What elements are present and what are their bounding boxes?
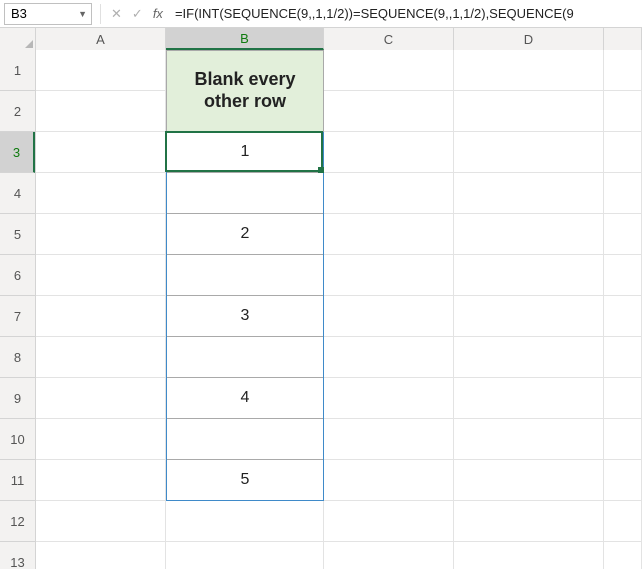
- cell[interactable]: [454, 501, 604, 542]
- cell[interactable]: [454, 419, 604, 460]
- cell[interactable]: [36, 542, 166, 569]
- cell[interactable]: [36, 378, 166, 419]
- formula-text: =IF(INT(SEQUENCE(9,,1,1/2))=SEQUENCE(9,,…: [175, 6, 574, 21]
- cell[interactable]: [36, 50, 166, 91]
- cell[interactable]: [454, 337, 604, 378]
- cell[interactable]: [604, 255, 642, 296]
- cell[interactable]: [324, 91, 454, 132]
- cell[interactable]: [454, 460, 604, 501]
- cell[interactable]: [604, 214, 642, 255]
- cell[interactable]: [454, 214, 604, 255]
- row-header[interactable]: 2: [0, 91, 35, 132]
- cell[interactable]: [604, 460, 642, 501]
- select-all-corner[interactable]: [0, 28, 36, 50]
- cell[interactable]: [604, 378, 642, 419]
- row-header[interactable]: 11: [0, 460, 35, 501]
- cell[interactable]: [324, 460, 454, 501]
- cell[interactable]: [454, 91, 604, 132]
- cell[interactable]: [604, 296, 642, 337]
- table-data-cell[interactable]: 1: [166, 132, 324, 173]
- cell[interactable]: [324, 337, 454, 378]
- cell[interactable]: [454, 296, 604, 337]
- cell[interactable]: [166, 542, 324, 569]
- cell[interactable]: [454, 378, 604, 419]
- cell[interactable]: [36, 255, 166, 296]
- cell[interactable]: [454, 542, 604, 569]
- row-header[interactable]: 8: [0, 337, 35, 378]
- cell[interactable]: [36, 132, 166, 173]
- table-data-cell[interactable]: [166, 173, 324, 214]
- cell[interactable]: [166, 501, 324, 542]
- cells-area[interactable]: Blank every other row1 2 3 4 5: [36, 50, 642, 569]
- cell[interactable]: [604, 50, 642, 91]
- cell[interactable]: [324, 419, 454, 460]
- row-header[interactable]: 10: [0, 419, 35, 460]
- row-header[interactable]: 3: [0, 132, 35, 173]
- formula-buttons: ✕ ✓ fx: [105, 6, 169, 22]
- table-data-cell[interactable]: [166, 255, 324, 296]
- cell[interactable]: [604, 337, 642, 378]
- row-header[interactable]: 5: [0, 214, 35, 255]
- formula-input[interactable]: =IF(INT(SEQUENCE(9,,1,1/2))=SEQUENCE(9,,…: [169, 3, 642, 25]
- row-header[interactable]: 1: [0, 50, 35, 91]
- row-header[interactable]: 4: [0, 173, 35, 214]
- cell[interactable]: [36, 173, 166, 214]
- cell[interactable]: [324, 378, 454, 419]
- cell[interactable]: [36, 419, 166, 460]
- cell[interactable]: [454, 50, 604, 91]
- cell[interactable]: [604, 132, 642, 173]
- row-headers: 12345678910111213: [0, 50, 36, 569]
- table-data-cell[interactable]: [166, 419, 324, 460]
- cell[interactable]: [324, 50, 454, 91]
- name-box[interactable]: B3 ▼: [4, 3, 92, 25]
- formula-bar: B3 ▼ ✕ ✓ fx =IF(INT(SEQUENCE(9,,1,1/2))=…: [0, 0, 642, 28]
- column-header[interactable]: B: [166, 28, 324, 50]
- name-box-value: B3: [11, 6, 27, 21]
- grid[interactable]: ABCD 12345678910111213 Blank every other…: [0, 28, 642, 569]
- cell[interactable]: [604, 173, 642, 214]
- dropdown-icon[interactable]: ▼: [78, 9, 87, 19]
- cell[interactable]: [36, 296, 166, 337]
- column-header[interactable]: [604, 28, 642, 50]
- row-header[interactable]: 7: [0, 296, 35, 337]
- table-data-cell[interactable]: 3: [166, 296, 324, 337]
- cancel-icon[interactable]: ✕: [111, 6, 122, 22]
- cell[interactable]: [324, 132, 454, 173]
- column-header[interactable]: C: [324, 28, 454, 50]
- cell[interactable]: [324, 255, 454, 296]
- cell[interactable]: [604, 419, 642, 460]
- cell[interactable]: [36, 501, 166, 542]
- cell[interactable]: [36, 460, 166, 501]
- row-header[interactable]: 12: [0, 501, 35, 542]
- column-header[interactable]: D: [454, 28, 604, 50]
- row-header[interactable]: 9: [0, 378, 35, 419]
- table-data-cell[interactable]: 2: [166, 214, 324, 255]
- cell[interactable]: [324, 214, 454, 255]
- enter-icon[interactable]: ✓: [132, 6, 143, 22]
- cell[interactable]: [324, 542, 454, 569]
- cell[interactable]: [454, 255, 604, 296]
- column-headers: ABCD: [0, 28, 642, 50]
- cell[interactable]: [36, 91, 166, 132]
- row-header[interactable]: 6: [0, 255, 35, 296]
- fx-icon[interactable]: fx: [153, 6, 163, 21]
- cell[interactable]: [36, 337, 166, 378]
- cell[interactable]: [604, 91, 642, 132]
- cell[interactable]: [324, 173, 454, 214]
- table-header-cell[interactable]: Blank every other row: [166, 50, 324, 132]
- table-data-cell[interactable]: 4: [166, 378, 324, 419]
- cell[interactable]: [454, 173, 604, 214]
- table-data-cell[interactable]: [166, 337, 324, 378]
- column-header[interactable]: A: [36, 28, 166, 50]
- cell[interactable]: [604, 542, 642, 569]
- cell[interactable]: [324, 296, 454, 337]
- cell[interactable]: [324, 501, 454, 542]
- cell[interactable]: [36, 214, 166, 255]
- row-header[interactable]: 13: [0, 542, 35, 569]
- table-data-cell[interactable]: 5: [166, 460, 324, 501]
- separator: [100, 4, 101, 24]
- cell[interactable]: [604, 501, 642, 542]
- cell[interactable]: [454, 132, 604, 173]
